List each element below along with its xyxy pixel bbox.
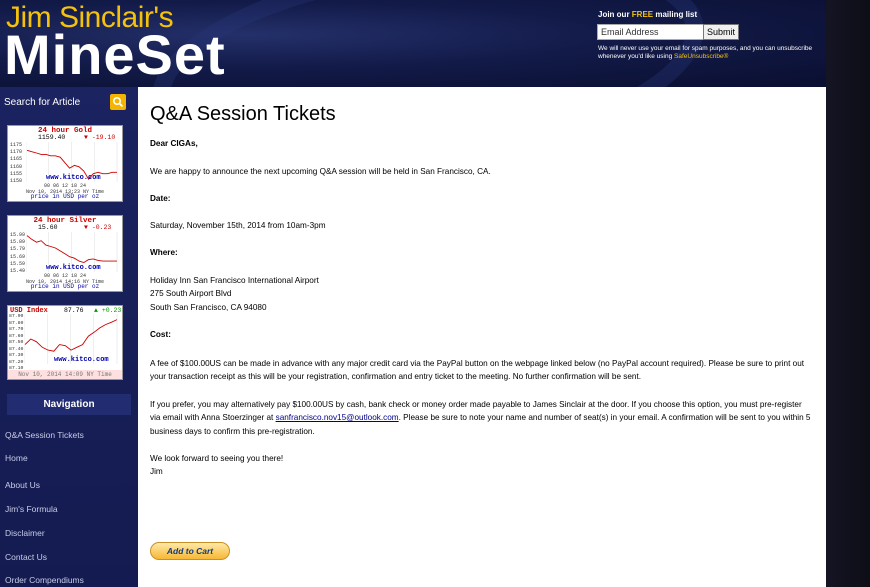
y-tick-label: 15.69: [10, 253, 26, 260]
gold-change-value: -19.10: [91, 134, 116, 141]
gold-unit: price in USD per oz: [30, 193, 100, 200]
nav-item-home[interactable]: Home: [5, 453, 28, 463]
y-tick-label: 1165: [10, 156, 23, 163]
y-tick-label: 1160: [10, 163, 23, 170]
submit-button[interactable]: Submit: [703, 24, 739, 40]
page-title: Q&A Session Tickets: [150, 103, 336, 125]
nav-item-jims-formula[interactable]: Jim's Formula: [5, 504, 58, 514]
y-tick-label: 87.50: [9, 340, 24, 345]
mailing-title-suffix: mailing list: [653, 10, 698, 19]
silver-price-chart[interactable]: 24 hour Silver 15.60 ▼ -0.23 15.99 15.89 1…: [7, 215, 123, 292]
mailing-title-free: FREE: [631, 10, 654, 19]
safeunsubscribe-link[interactable]: SafeUnsubscribe®: [674, 53, 728, 60]
address-line-1: Holiday Inn San Francisco International …: [150, 276, 319, 285]
silver-price: 15.60: [38, 224, 58, 231]
y-tick-label: 1155: [10, 170, 23, 177]
nav-item-contact-us[interactable]: Contact Us: [5, 552, 47, 562]
y-tick-label: 87.70: [9, 327, 24, 332]
y-tick-label: 87.30: [9, 353, 24, 358]
right-margin: [826, 0, 870, 587]
gold-y-ticks: 1175 1170 1165 1160 1155 1150: [10, 142, 22, 185]
cost-label: Cost:: [150, 330, 171, 339]
sidebar: Search for Article 24 hour Gold 1159.40 …: [0, 87, 138, 587]
mailing-title-prefix: Join our: [598, 10, 632, 19]
y-tick-label: 15.79: [10, 246, 26, 253]
address-line-2: 275 South Airport Blvd: [150, 289, 232, 299]
gold-price-chart[interactable]: 24 hour Gold 1159.40 ▼ -19.10 1175 1170 11…: [7, 125, 123, 202]
silver-unit: price in USD per oz: [30, 283, 100, 290]
site-header: Jim Sinclair's MineSet Join our FREE mai…: [0, 0, 826, 87]
organizer-email-link[interactable]: sanfrancisco.nov15@outlook.com: [276, 413, 399, 422]
usd-y-ticks: 87.90 87.80 87.70 87.60 87.50 87.40 87.30 87.20…: [9, 314, 23, 373]
cost-text: A fee of $100.00US can be made in advanc…: [150, 359, 805, 382]
nav-item-about-us[interactable]: About Us: [5, 480, 40, 490]
signature: Jim: [150, 467, 163, 477]
usd-index-chart[interactable]: USD Index 87.76 ▲ +0.23 87.90 87.80 87.70 8…: [7, 305, 123, 380]
mailing-list-title: Join our FREE mailing list: [598, 10, 697, 19]
y-tick-label: 15.89: [10, 239, 26, 246]
greeting: Dear CIGAs,: [150, 139, 198, 148]
price-series-line: [26, 235, 117, 263]
y-tick-label: 1175: [10, 142, 23, 148]
gold-source: www.kitco.com: [46, 174, 101, 182]
gold-price: 1159.40: [38, 134, 66, 141]
address: Holiday Inn San Francisco International …: [150, 274, 814, 314]
gold-change: ▼ -19.10: [84, 134, 116, 141]
nav-item-order-compendiums[interactable]: Order Compendiums: [5, 575, 84, 585]
silver-change: ▼ -0.23: [84, 224, 112, 231]
silver-y-ticks: 15.99 15.89 15.79 15.69 15.59 15.49: [10, 232, 25, 275]
price-series-line: [24, 319, 118, 352]
search-button[interactable]: [110, 94, 126, 110]
closing: We look forward to seeing you there! Jim: [150, 452, 814, 479]
y-tick-label: 15.59: [10, 260, 26, 267]
address-line-3: South San Francisco, CA 94080: [150, 302, 267, 312]
alternate-payment-text: If you prefer, you may alternatively pay…: [150, 398, 814, 438]
nav-item-qa-session-tickets[interactable]: Q&A Session Tickets: [5, 430, 84, 440]
nav-item-disclaimer[interactable]: Disclaimer: [5, 528, 45, 538]
brand-logo[interactable]: MineSet: [4, 27, 226, 83]
navigation-title: Navigation: [7, 394, 131, 415]
intro-text: We are happy to announce the next upcomi…: [150, 167, 491, 176]
add-to-cart-button[interactable]: Add to Cart: [150, 542, 230, 560]
silver-source: www.kitco.com: [46, 264, 101, 272]
silver-change-value: -0.23: [91, 224, 112, 231]
usd-change-value: +0.23: [101, 307, 122, 314]
where-label: Where:: [150, 248, 178, 257]
usd-source: www.kitco.com: [54, 356, 109, 364]
date-value: Saturday, November 15th, 2014 from 10am-…: [150, 221, 326, 230]
usd-value: 87.76: [64, 307, 84, 314]
email-field[interactable]: [597, 24, 707, 40]
usd-change: ▲ +0.23: [94, 307, 122, 314]
usd-date: Nov 10, 2014 14:09 NY Time: [8, 370, 122, 379]
y-tick-label: 15.99: [10, 232, 26, 238]
mailing-note: We will never use your email for spam pu…: [598, 45, 818, 61]
y-tick-label: 87.90: [9, 314, 24, 319]
search-icon: [112, 96, 124, 108]
closing-line: We look forward to seeing you there!: [150, 454, 284, 463]
date-label: Date:: [150, 194, 171, 203]
search-label: Search for Article: [4, 97, 81, 108]
y-tick-label: 1170: [10, 149, 23, 156]
main-content: Q&A Session Tickets Dear CIGAs, We are h…: [138, 87, 826, 587]
